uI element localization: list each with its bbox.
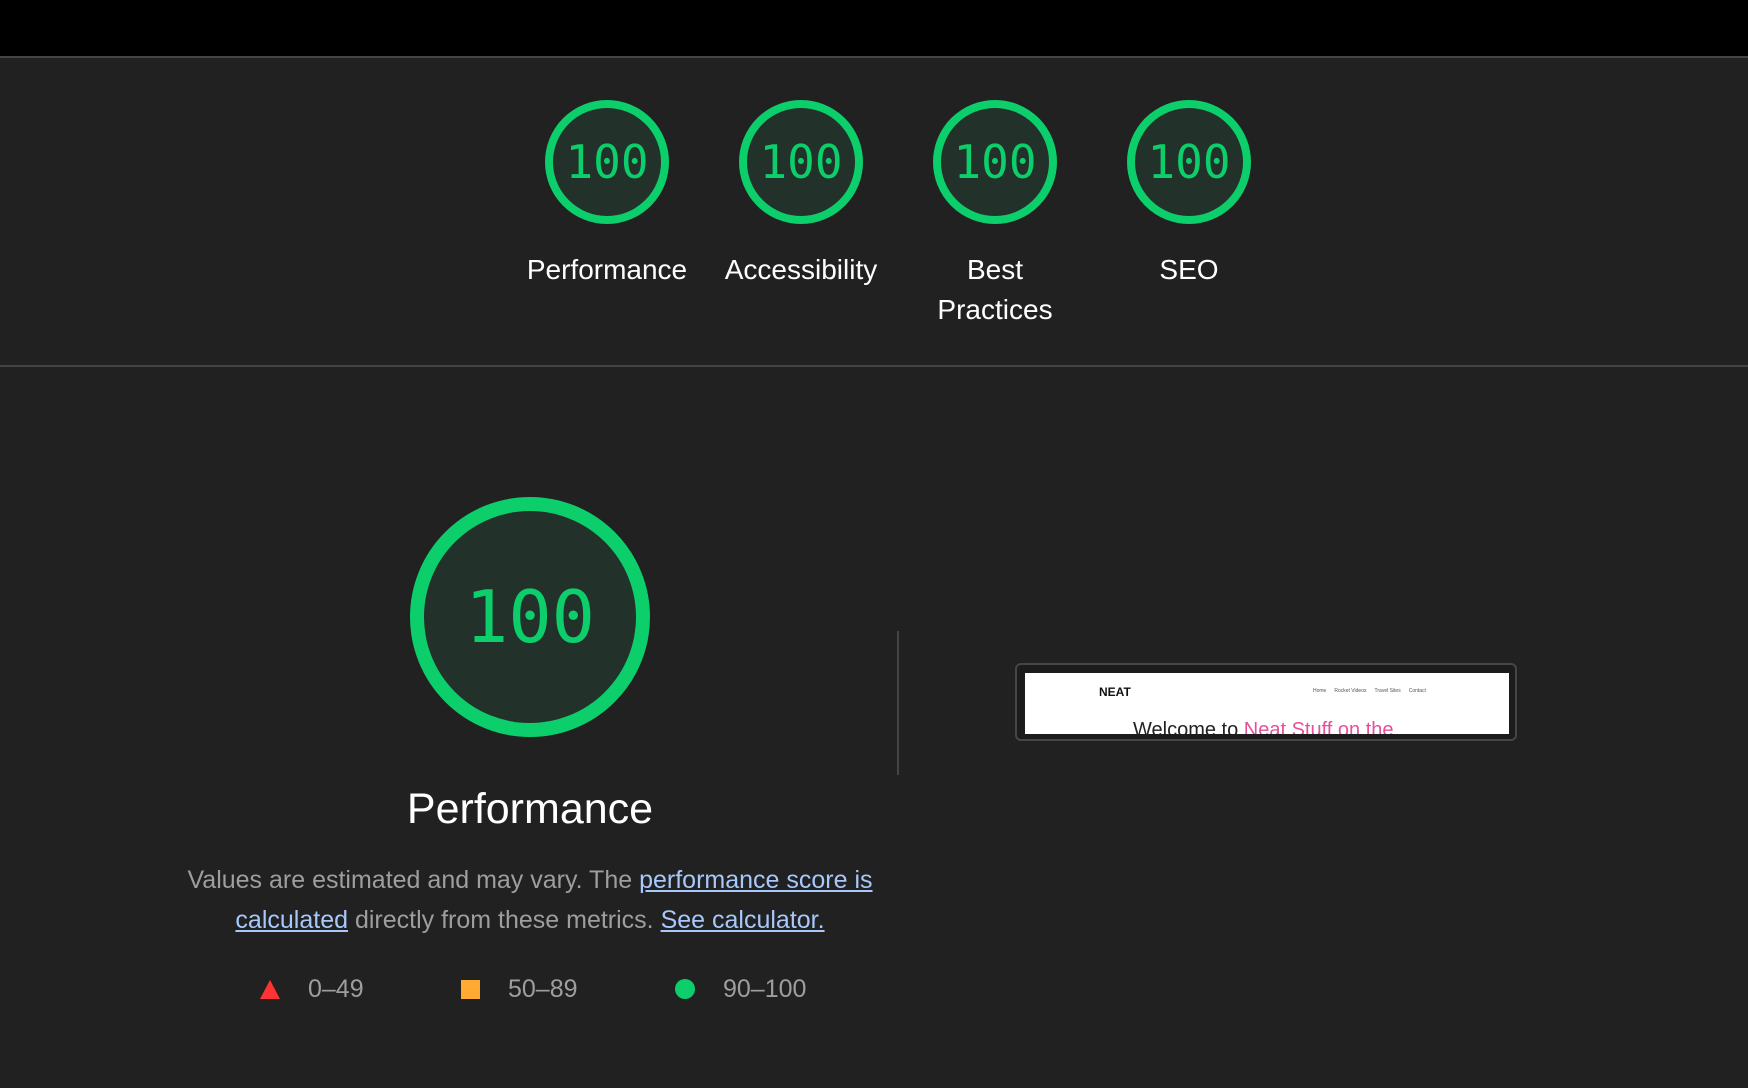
thumbnail-heading-plain: Welcome to bbox=[1133, 719, 1244, 734]
performance-description: Values are estimated and may vary. The p… bbox=[180, 860, 880, 940]
performance-title: Performance bbox=[406, 785, 654, 833]
legend-item-average: 50–89 bbox=[461, 969, 578, 1009]
final-screenshot-thumbnail[interactable]: NEAT Home Rocket Videos Travel Sites Con… bbox=[1015, 663, 1517, 741]
gauge-score: 100 bbox=[759, 135, 843, 189]
legend-range: 50–89 bbox=[508, 974, 578, 1003]
vertical-divider bbox=[897, 631, 899, 775]
thumbnail-nav-item: Rocket Videos bbox=[1334, 688, 1367, 694]
thumbnail-nav: Home Rocket Videos Travel Sites Contact bbox=[1313, 688, 1426, 694]
thumbnail-heading-accent: Neat Stuff on the bbox=[1243, 719, 1394, 734]
description-text: Values are estimated and may vary. The bbox=[187, 866, 640, 894]
gauge-performance[interactable]: 100 Performance bbox=[517, 98, 697, 290]
top-bar bbox=[0, 0, 1748, 58]
performance-section: 100 Performance Values are estimated and… bbox=[0, 367, 1748, 1088]
description-text: directly from these metrics. bbox=[348, 906, 661, 934]
thumbnail-nav-item: Home bbox=[1313, 688, 1327, 694]
legend-item-fail: 0–49 bbox=[260, 969, 364, 1009]
gauge-label: Performance bbox=[526, 254, 688, 285]
gauge-seo[interactable]: 100 SEO bbox=[1099, 98, 1279, 290]
score-legend: 0–49 50–89 90–100 bbox=[260, 969, 820, 1009]
gauge-best-practices[interactable]: 100 Best Practices bbox=[905, 98, 1085, 330]
scores-header: 100 Performance 100 Accessibility 100 Be… bbox=[0, 58, 1748, 367]
legend-range: 90–100 bbox=[723, 974, 807, 1003]
score-gauge: 100 bbox=[931, 98, 1059, 226]
thumbnail-nav-item: Contact bbox=[1408, 688, 1426, 694]
score-gauge: 100 bbox=[1125, 98, 1253, 226]
thumbnail-logo: NEAT bbox=[1099, 685, 1131, 699]
thumbnail-heading: Welcome to Neat Stuff on the bbox=[1133, 719, 1394, 734]
score-gauge: 100 bbox=[737, 98, 865, 226]
gauge-score: 100 bbox=[953, 135, 1037, 189]
thumbnail-nav-item: Travel Sites bbox=[1374, 688, 1401, 694]
gauge-label: Best Practices bbox=[937, 254, 1053, 325]
performance-score: 100 bbox=[464, 575, 596, 659]
green-circle-icon bbox=[675, 979, 695, 999]
red-triangle-icon bbox=[260, 979, 280, 999]
gauge-score: 100 bbox=[565, 135, 649, 189]
gauge-label: Accessibility bbox=[724, 254, 878, 285]
performance-gauge: 100 bbox=[410, 497, 650, 737]
see-calculator-link[interactable]: See calculator. bbox=[661, 906, 825, 934]
thumbnail-page: NEAT Home Rocket Videos Travel Sites Con… bbox=[1025, 673, 1509, 734]
orange-square-icon bbox=[461, 979, 480, 999]
legend-item-pass: 90–100 bbox=[675, 969, 806, 1009]
gauge-label: SEO bbox=[1159, 254, 1219, 285]
gauge-score: 100 bbox=[1147, 135, 1231, 189]
legend-range: 0–49 bbox=[308, 974, 364, 1003]
score-gauge: 100 bbox=[543, 98, 671, 226]
gauge-accessibility[interactable]: 100 Accessibility bbox=[711, 98, 891, 290]
